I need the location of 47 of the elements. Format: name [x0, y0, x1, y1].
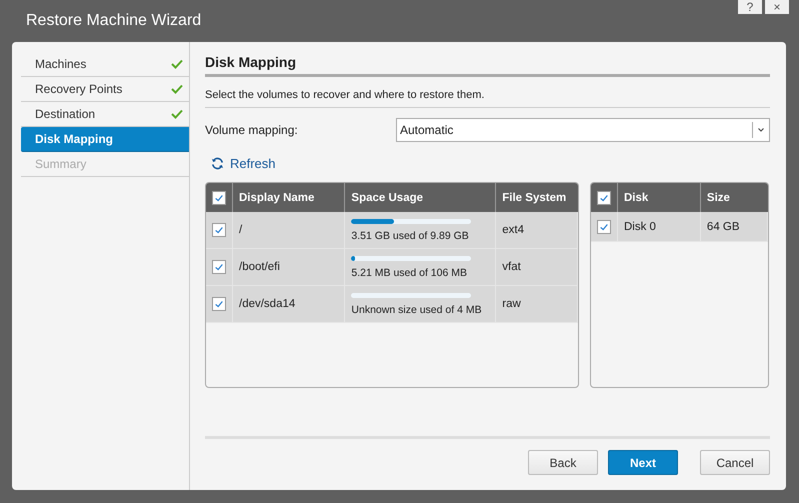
table-cell: /boot/efi: [232, 248, 345, 286]
checkbox[interactable]: [212, 223, 226, 237]
check-icon: [214, 192, 224, 202]
check-icon: [599, 192, 609, 202]
wizard-step[interactable]: Recovery Points: [21, 77, 189, 102]
check-icon: [214, 225, 224, 235]
checkbox[interactable]: [212, 190, 226, 204]
usage-text: Unknown size used of 4 MB: [351, 304, 483, 316]
column-header: File System: [496, 183, 578, 212]
wizard-step[interactable]: Disk Mapping: [21, 127, 189, 152]
table-cell: vfat: [496, 248, 578, 286]
check-icon: [214, 262, 224, 272]
refresh-link[interactable]: Refresh: [211, 156, 276, 171]
column-header: Space Usage: [344, 183, 496, 212]
caret-icon: [758, 128, 764, 132]
table-cell: /dev/sda14: [232, 286, 345, 322]
table-cell: raw: [496, 286, 578, 322]
check-icon: [214, 299, 224, 309]
table-cell: Disk 0: [618, 212, 700, 242]
check-icon: [171, 84, 183, 94]
help-button[interactable]: ?: [738, 0, 762, 14]
table-cell: ext4: [496, 212, 578, 248]
usage-text: 3.51 GB used of 9.89 GB: [351, 230, 470, 242]
wizard-step[interactable]: Machines: [21, 52, 189, 77]
field-label: Volume mapping:: [205, 123, 299, 137]
page-heading: Disk Mapping: [205, 54, 770, 77]
back-button[interactable]: Back: [528, 450, 598, 475]
check-icon: [599, 222, 609, 232]
checkbox[interactable]: [597, 190, 611, 204]
checkbox[interactable]: [597, 220, 611, 234]
next-button[interactable]: Next: [608, 450, 678, 475]
column-header: Disk: [618, 183, 700, 212]
refresh-icon: [211, 157, 224, 170]
usage-text: 5.21 MB used of 106 MB: [351, 266, 468, 278]
volume-mapping-dropdown[interactable]: Automatic: [396, 118, 770, 142]
table-cell: /: [232, 212, 345, 248]
close-button[interactable]: ×: [765, 0, 789, 14]
check-icon: [171, 59, 183, 69]
description-text: Select the volumes to recover and where to restore them.: [205, 77, 770, 108]
window-title: Restore Machine Wizard: [26, 11, 202, 31]
table-cell: 64 GB: [700, 212, 768, 242]
checkbox[interactable]: [212, 297, 226, 311]
check-icon: [171, 109, 183, 119]
column-header: Display Name: [232, 183, 345, 212]
checkbox[interactable]: [212, 260, 226, 274]
column-header: Size: [700, 183, 768, 212]
cancel-button[interactable]: Cancel: [700, 450, 770, 475]
